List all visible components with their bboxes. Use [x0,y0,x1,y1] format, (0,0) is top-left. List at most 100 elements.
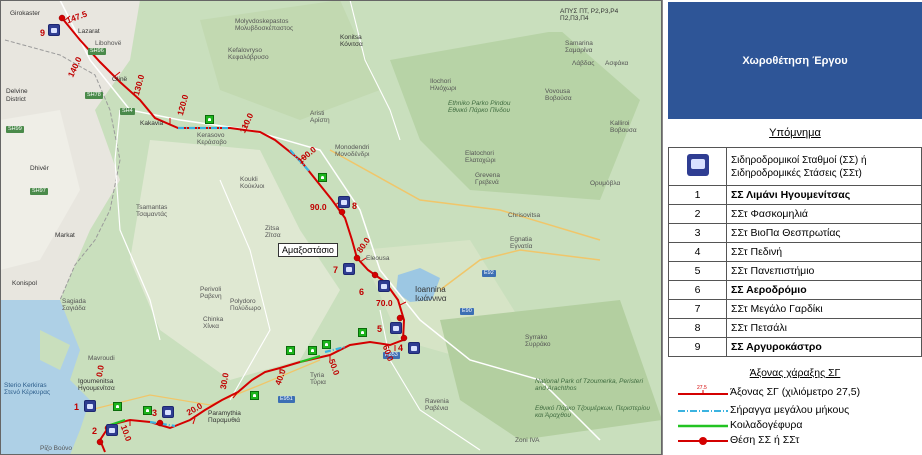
legend-num: 9 [668,337,727,357]
legend-panel: Χωροθέτηση Έργου Υπόμνημα Σιδηροδρομικοί… [662,0,922,455]
road-shield: SH4 [120,108,135,115]
place-label: Συρράκο [525,341,551,348]
axis-legend-item: Θέση ΣΣ ή ΣΣτ [668,434,922,448]
place-label: Εγνατία [510,243,533,250]
place-label: Χίνκα [203,323,219,330]
station-number: 7 [333,265,339,275]
place-label: Ethniko Parko Pindou [448,100,511,107]
bridge-swatch [678,424,728,428]
place-label: Λάβδας [572,60,595,67]
swatch-km-text: 27.5 [697,385,707,391]
place-label: Μολυβδοσκέπαστος [235,25,294,32]
map-panel[interactable]: Girokaster Lazarat Libohovë Delvine Dist… [0,0,662,455]
place-label: Κεράσοβο [197,139,227,146]
km-label: 70.0 [376,298,393,308]
legend-name: ΣΣτ Πετσάλι [726,318,922,338]
place-label: Ilochori [430,78,451,85]
station-number: 4 [398,343,404,353]
place-label: Κεφαλόβρυσο [228,54,269,61]
station-icon[interactable] [48,24,60,36]
place-label: Polydoro [230,298,256,305]
legend-row: 9 ΣΣ Αργυροκάστρο [668,337,922,357]
road-shield: E951 [278,396,295,403]
place-label: Εθνικό Πάρκο Πίνδου [448,107,511,114]
portal-icon [113,402,122,411]
legend-row: 4 ΣΣτ Πεδινή [668,242,922,262]
road-shield: SH99 [6,126,24,133]
place-label: Kakavia [140,120,164,127]
station-icon[interactable] [338,196,350,208]
legend-row: 3 ΣΣτ ΒιοΠα Θεσπρωτίας [668,223,922,243]
place-label: Libohovë [95,40,122,47]
place-label: Ασφάκα [605,60,629,67]
legend-name: ΣΣ Αργυροκάστρο [726,337,922,357]
place-label: Paramythia [208,410,241,417]
alignment-swatch: 27.5 [678,385,728,395]
place-label: Ραβενη [200,293,222,300]
place-label: Elatochori [465,150,494,157]
legend-name: ΣΣτ Φασκομηλιά [726,204,922,224]
place-label: Κούκλιοι [240,183,265,190]
place-label: Βοβούσα [545,95,572,102]
legend-heading: Υπόμνημα [769,127,821,139]
station-icon[interactable] [408,342,420,354]
station-number: 8 [352,201,358,211]
station-icon[interactable] [343,263,355,275]
place-label: Ζoni IVA [515,437,540,444]
place-label: Κόνιτσα [340,41,363,48]
place-label: Ioannina [415,285,446,294]
portal-icon [250,391,259,400]
place-label: Σαγιάδα [62,305,86,312]
station-type-header: Σιδηροδρομικοί Σταθμοί (ΣΣ) ή Σιδηροδρομ… [726,147,922,186]
legend-row: 1 ΣΣ Λιμάνι Ηγουμενίτσας [668,185,922,205]
portal-icon [322,340,331,349]
place-label: Konitsa [340,34,362,41]
place-label: Chinka [203,316,224,323]
legend-name: ΣΣ Λιμάνι Ηγουμενίτσας [726,185,922,205]
place-label: Lazarat [78,28,100,35]
legend-num: 7 [668,299,727,319]
station-icon[interactable] [378,280,390,292]
portal-icon [308,346,317,355]
km-label: 0.0 [93,364,106,378]
legend-name: ΣΣτ Πεδινή [726,242,922,262]
road-shield: SH78 [85,92,103,99]
place-label: Mavroudi [88,355,115,362]
legend-num: 8 [668,318,727,338]
place-label: Igoumenitsa [78,378,114,385]
station-number: 9 [40,28,46,38]
place-label: Ρίζο Βούνο [40,445,73,452]
axis-legend-item: Κοιλαδογέφυρα [668,419,922,433]
place-label: Ιωάννινα [415,294,447,303]
station-position-swatch [678,437,728,445]
legend-name: ΣΣτ Πανεπιστήμιο [726,261,922,281]
axis-legend-label: Θέση ΣΣ ή ΣΣτ [730,434,800,446]
place-label: Πολύδωρο [230,305,261,312]
place-label: Konispol [12,280,37,287]
place-label: District [6,96,26,103]
place-label: National Park of Tzoumerka, Peristeri an… [535,378,644,392]
place-label: Στενό Κέρκυρας [4,389,51,396]
portal-icon [318,173,327,182]
station-number: 3 [152,408,158,418]
legend-num: 5 [668,261,727,281]
legend-name: ΣΣτ Μεγάλο Γαρδίκι [726,299,922,319]
legend-num: 4 [668,242,727,262]
place-label: Ελατοχώρι [465,157,496,164]
place-label: Syrrako [525,334,548,341]
station-icon[interactable] [106,424,118,436]
place-label: Aristi [310,110,325,117]
station-icon[interactable] [162,406,174,418]
place-label: Ορυμόβλα [590,180,621,187]
station-icon[interactable] [390,322,402,334]
axis-legend-title: Άξονας χάραξης ΣΓ [749,367,841,379]
axis-legend-label: Άξονας ΣΓ (χιλιόμετρο 27,5) [730,386,861,398]
road-shield: E90 [460,308,474,315]
legend-name: ΣΣ Αεροδρόμιο [726,280,922,300]
place-label: Chrisovitsa [508,212,541,219]
legend-num: 1 [668,185,727,205]
place-label: Εθνικό Πάρκο Τζουμέρκων, Περιστερίου και… [535,405,650,419]
station-icon[interactable] [84,400,96,412]
station-icon [686,154,709,176]
place-label: Ζίτσα [265,232,281,239]
